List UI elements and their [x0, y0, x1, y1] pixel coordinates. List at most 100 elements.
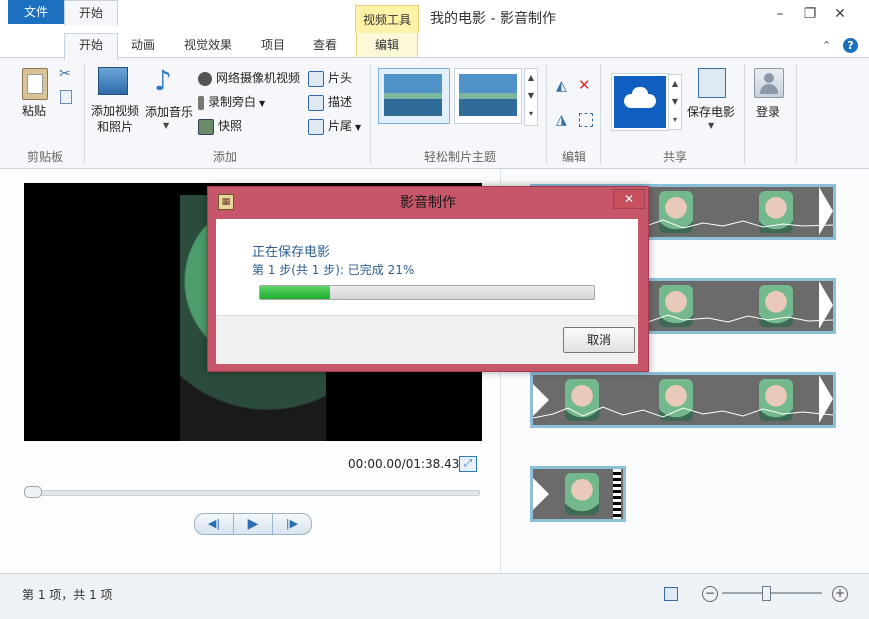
add-video-button[interactable] [98, 67, 128, 97]
group-separator [600, 64, 601, 164]
seek-thumb[interactable] [24, 486, 42, 498]
clip-thumbnail [565, 473, 599, 515]
group-separator [796, 64, 797, 164]
status-item-count: 第 1 项，共 1 项 [22, 588, 113, 602]
storyboard-clip[interactable] [530, 372, 836, 428]
theme-preview-image [459, 74, 517, 116]
timecode: 00:00.00/01:38.43 [348, 457, 460, 471]
tab-home[interactable]: 开始 [64, 0, 118, 26]
themes-group-label: 轻松制片主题 [423, 150, 496, 164]
window-title: 我的电影 - 影音制作 [430, 11, 556, 27]
title-button[interactable]: 片头 [308, 68, 352, 88]
add-video-label-line1: 添加视频 [90, 104, 139, 118]
theme-thumbnail-2[interactable] [454, 68, 522, 124]
rotate-right-icon[interactable]: ◮ [556, 112, 567, 128]
next-frame-button[interactable]: |▶ [272, 513, 312, 535]
cut-icon[interactable]: ✂ [59, 66, 71, 82]
user-avatar-icon[interactable] [754, 68, 784, 98]
snapshot-label: 快照 [218, 119, 243, 133]
add-video-label: 添加视频 和照片 [88, 103, 142, 135]
theme-preview-image [384, 74, 442, 116]
editing-group-label: 编辑 [561, 150, 586, 164]
snapshot-icon [198, 118, 214, 135]
help-icon[interactable]: ? [843, 38, 858, 53]
add-music-label[interactable]: 添加音乐 [142, 103, 196, 120]
microphone-icon [198, 95, 204, 110]
fullscreen-icon[interactable]: ⤢ [459, 456, 477, 472]
zoom-slider-track[interactable] [722, 592, 822, 594]
caption-icon [308, 94, 324, 111]
tab-visual-effects[interactable]: 视觉效果 [172, 33, 244, 57]
tab-file[interactable]: 文件 [8, 0, 64, 24]
minimize-button[interactable]: – [766, 4, 794, 24]
copy-icon[interactable] [60, 90, 72, 104]
narration-dropdown-icon: ▼ [259, 99, 266, 108]
seek-bar[interactable] [24, 490, 480, 496]
collapse-ribbon-icon[interactable]: ⌃ [822, 39, 831, 52]
add-video-label-line2: 和照片 [96, 120, 133, 134]
webcam-icon [198, 71, 212, 86]
title-label: 片头 [328, 71, 353, 85]
caption-button[interactable]: 描述 [308, 92, 352, 112]
group-separator [546, 64, 547, 164]
group-separator [744, 64, 745, 164]
tab-animations[interactable]: 动画 [120, 33, 166, 57]
music-note-icon[interactable]: ♪ [154, 66, 172, 96]
rotate-left-icon[interactable]: ◭ [556, 78, 567, 94]
tab-project[interactable]: 项目 [250, 33, 296, 57]
save-movie-label[interactable]: 保存电影 [684, 103, 738, 120]
clip-continue-arrow [819, 187, 833, 235]
clipboard-group-label: 剪贴板 [26, 150, 63, 164]
credits-dropdown-icon: ▼ [355, 123, 362, 132]
tab-edit[interactable]: 编辑 [356, 33, 418, 57]
tab-home-label[interactable]: 开始 [64, 33, 118, 57]
close-button[interactable]: ✕ [826, 4, 854, 24]
credits-button[interactable]: 片尾 ▼ [308, 116, 361, 136]
clip-start-marker [533, 478, 549, 510]
play-button[interactable]: ▶ [233, 513, 273, 535]
clip-end-marker [613, 469, 621, 519]
remove-icon[interactable]: ✕ [578, 76, 591, 94]
zoom-slider-thumb[interactable] [762, 586, 771, 601]
select-all-icon[interactable] [579, 113, 593, 127]
onedrive-share-button[interactable] [611, 73, 669, 131]
sign-in-label[interactable]: 登录 [748, 103, 788, 120]
tab-view[interactable]: 查看 [302, 33, 348, 57]
status-bar [0, 573, 869, 619]
add-music-dropdown-icon[interactable]: ▼ [163, 121, 169, 130]
dialog-title: 影音制作 [400, 195, 456, 211]
zoom-out-icon[interactable]: − [702, 586, 718, 602]
clip-continue-arrow [819, 375, 833, 423]
credits-label: 片尾 [328, 119, 353, 133]
theme-thumbnail-1[interactable] [378, 68, 450, 124]
context-tab-group-label: 视频工具 [355, 5, 419, 34]
share-group-label: 共享 [662, 150, 687, 164]
theme-gallery-scroll[interactable]: ▲ ▼ ▾ [524, 68, 538, 126]
credits-icon [308, 118, 324, 135]
save-movie-dropdown-icon[interactable]: ▼ [708, 121, 714, 130]
thumbnail-size-icon[interactable] [664, 587, 678, 601]
restore-button[interactable]: ❐ [796, 4, 824, 24]
paste-button[interactable] [14, 66, 54, 106]
record-narration-button[interactable]: 录制旁白 ▼ [198, 92, 265, 112]
record-narration-label: 录制旁白 [208, 95, 257, 109]
cancel-button[interactable]: 取消 [563, 327, 635, 353]
avatar-head [764, 73, 774, 83]
storyboard-clip-end[interactable] [530, 466, 626, 522]
progress-bar-fill [260, 286, 330, 299]
title-icon [308, 70, 324, 87]
saving-progress-text: 第 1 步(共 1 步): 已完成 21% [252, 263, 415, 277]
previous-frame-button[interactable]: ◀| [194, 513, 234, 535]
dialog-close-button[interactable]: ✕ [613, 189, 645, 209]
caption-label: 描述 [328, 95, 353, 109]
avatar-body [760, 84, 778, 94]
zoom-in-icon[interactable]: + [832, 586, 848, 602]
share-gallery-scroll[interactable]: ▲ ▼ ▾ [668, 74, 682, 130]
save-movie-icon[interactable] [698, 68, 726, 98]
webcam-video-button[interactable]: 网络摄像机视频 [198, 68, 300, 88]
saving-movie-dialog: ▦ 影音制作 ✕ 正在保存电影 第 1 步(共 1 步): 已完成 21% 取消 [207, 186, 649, 372]
clip-continue-arrow [819, 281, 833, 329]
add-group-label: 添加 [212, 150, 237, 164]
snapshot-button[interactable]: 快照 [198, 116, 242, 136]
film-icon [98, 67, 128, 95]
